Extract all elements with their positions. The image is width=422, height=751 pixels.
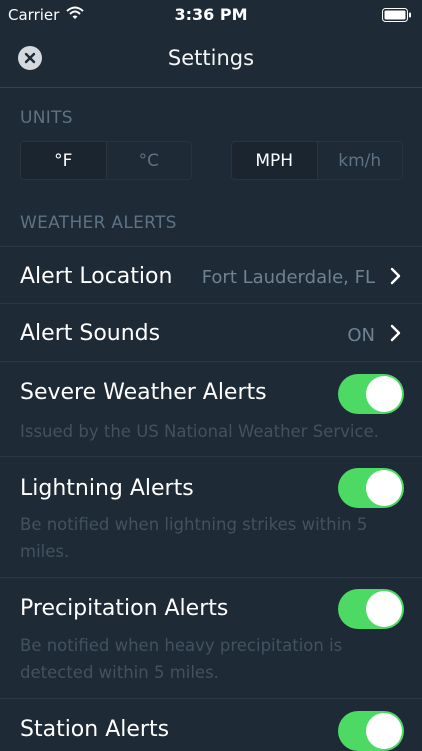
temperature-unit-control: °F °C [20, 141, 192, 180]
unit-fahrenheit-option[interactable]: °F [21, 142, 106, 179]
alert-location-row[interactable]: Alert Location Fort Lauderdale, FL [0, 246, 422, 304]
weather-alerts-section-header: WEATHER ALERTS [20, 213, 177, 233]
lightning-alerts-row: Lightning Alerts Be notified when lightn… [0, 456, 422, 578]
alert-location-value: Fort Lauderdale, FL [201, 267, 375, 288]
page-title: Settings [167, 46, 255, 70]
chevron-right-icon [390, 267, 401, 285]
station-alerts-toggle[interactable] [338, 711, 404, 751]
precipitation-alerts-label: Precipitation Alerts [20, 596, 229, 621]
chevron-right-icon [390, 324, 401, 342]
severe-weather-alerts-label: Severe Weather Alerts [20, 380, 267, 405]
alert-location-label: Alert Location [20, 264, 173, 289]
status-time: 3:36 PM [174, 5, 248, 24]
units-section-header: UNITS [20, 108, 73, 128]
lightning-alerts-label: Lightning Alerts [20, 476, 194, 501]
nav-bar: Settings [0, 30, 422, 88]
severe-weather-alerts-description: Issued by the US National Weather Servic… [20, 422, 379, 441]
severe-weather-alerts-row: Severe Weather Alerts Issued by the US N… [0, 361, 422, 457]
precipitation-alerts-description: Be notified when heavy precipitation is … [20, 636, 343, 682]
battery-icon [382, 8, 412, 22]
lightning-alerts-description: Be notified when lightning strikes withi… [20, 515, 368, 561]
precipitation-alerts-row: Precipitation Alerts Be notified when he… [0, 577, 422, 699]
status-bar: Carrier 3:36 PM [0, 0, 422, 30]
unit-celsius-option[interactable]: °C [105, 142, 192, 179]
station-alerts-row: Station Alerts [0, 698, 422, 751]
toggle-knob [366, 376, 402, 412]
severe-weather-alerts-toggle[interactable] [338, 374, 404, 414]
speed-unit-control: MPH km/h [231, 141, 403, 180]
station-alerts-label: Station Alerts [20, 717, 170, 742]
lightning-alerts-toggle[interactable] [338, 468, 404, 508]
toggle-knob [366, 713, 402, 749]
unit-mph-option[interactable]: MPH [232, 142, 317, 179]
alert-sounds-row[interactable]: Alert Sounds ON [0, 303, 422, 362]
unit-kmh-option[interactable]: km/h [316, 142, 403, 179]
precipitation-alerts-toggle[interactable] [338, 589, 404, 629]
alert-sounds-label: Alert Sounds [20, 321, 161, 346]
toggle-knob [366, 470, 402, 506]
alert-sounds-value: ON [347, 325, 375, 346]
toggle-knob [366, 591, 402, 627]
